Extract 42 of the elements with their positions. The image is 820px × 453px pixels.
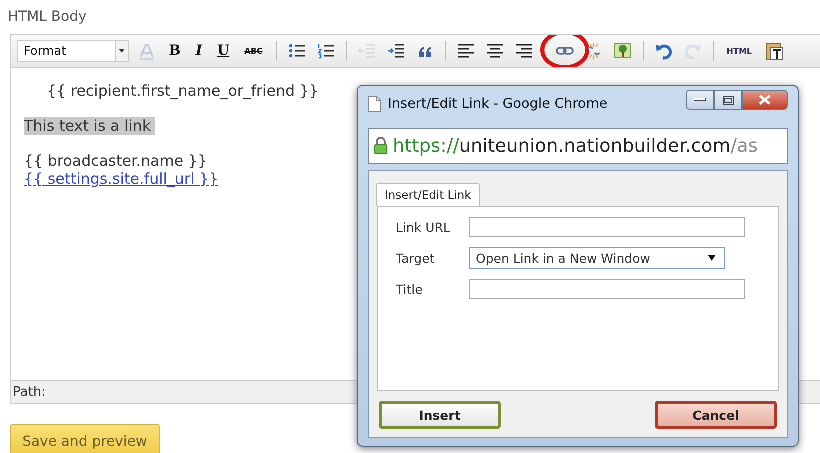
- italic-button[interactable]: I: [194, 43, 204, 59]
- selected-text: This text is a link: [24, 117, 156, 135]
- dialog-tab[interactable]: Insert/Edit Link: [376, 183, 480, 206]
- bullet-list-icon[interactable]: [288, 42, 306, 60]
- maximize-button[interactable]: [714, 90, 742, 110]
- align-left-icon[interactable]: [456, 42, 475, 60]
- field-label: Target: [396, 250, 436, 266]
- minimize-button[interactable]: [686, 90, 714, 110]
- insert-button[interactable]: Insert: [379, 401, 501, 429]
- strikethrough-button[interactable]: ABC: [242, 46, 265, 56]
- indent-icon[interactable]: [386, 42, 405, 60]
- undo-icon[interactable]: [654, 42, 673, 60]
- align-center-icon[interactable]: [486, 42, 504, 60]
- path-label: Path:: [13, 384, 46, 400]
- field-label: Link URL: [396, 220, 452, 234]
- caret-icon: [119, 49, 125, 53]
- clipboard-icon[interactable]: [765, 42, 784, 60]
- tree-picture-icon[interactable]: [614, 42, 632, 60]
- underline-button[interactable]: U: [215, 43, 232, 59]
- html-source-button[interactable]: HTML: [724, 46, 754, 56]
- target-dropdown[interactable]: Open Link in a New Window: [469, 247, 725, 269]
- numbered-list-icon[interactable]: [316, 42, 335, 60]
- maximize-icon: [722, 96, 734, 104]
- template-link[interactable]: {{ settings.site.full_url }}: [24, 170, 219, 188]
- save-and-preview-button[interactable]: Save and preview: [10, 424, 160, 453]
- close-button[interactable]: [742, 90, 788, 110]
- template-text: {{ recipient.first_name_or_friend }}: [47, 82, 319, 100]
- input-field[interactable]: [469, 217, 745, 237]
- unlink-icon[interactable]: [584, 42, 603, 60]
- cancel-button[interactable]: Cancel: [655, 401, 777, 429]
- align-right-icon[interactable]: [514, 42, 533, 60]
- template-text: {{ broadcaster.name }}: [24, 152, 208, 170]
- field-label: Title: [396, 282, 424, 296]
- caret-icon: [708, 255, 716, 261]
- page-icon: [368, 96, 382, 112]
- close-icon: [759, 95, 771, 105]
- section-label: HTML Body: [8, 9, 87, 25]
- format-dropdown[interactable]: Format: [17, 40, 129, 62]
- bold-button[interactable]: B: [167, 43, 183, 59]
- input-field[interactable]: [469, 279, 745, 299]
- window-title: Insert/Edit Link - Google Chrome: [388, 96, 609, 112]
- minimize-icon: [694, 98, 706, 102]
